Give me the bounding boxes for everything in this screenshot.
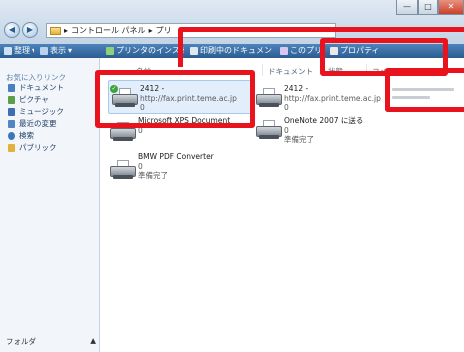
details-text-line xyxy=(392,88,454,91)
public-folder-icon xyxy=(8,143,15,152)
printer-name: 2412 - xyxy=(140,84,165,93)
pictures-icon xyxy=(8,95,15,104)
maximize-button[interactable]: □ xyxy=(418,0,438,15)
printer-icon xyxy=(110,160,136,180)
print-queue-button[interactable]: 印刷中のドキュメントを表示 xyxy=(190,44,274,58)
minimize-button[interactable]: — xyxy=(396,0,418,15)
breadcrumb-separator: ▸ xyxy=(148,26,153,35)
details-text-line xyxy=(392,96,430,99)
organize-button[interactable]: 整理▾ xyxy=(4,44,34,58)
recent-icon xyxy=(8,119,15,128)
folders-toggle[interactable]: フォルダ ▲ xyxy=(6,336,96,347)
music-icon xyxy=(8,107,15,116)
printer-location: http://fax.print.teme.ac.jp xyxy=(140,93,237,103)
add-printer-icon xyxy=(106,47,114,55)
printer-status: 準備完了 xyxy=(138,171,168,180)
column-header-comment[interactable]: コメント xyxy=(372,66,402,77)
folders-label: フォルダ xyxy=(6,337,36,346)
close-button[interactable]: ✕ xyxy=(438,0,464,15)
printer-icon xyxy=(256,120,282,140)
share-printer-button[interactable]: このプリンタを共有 xyxy=(280,44,324,58)
printer-doc-count: 0 xyxy=(284,125,289,135)
breadcrumb-control-panel[interactable]: コントロール パネル xyxy=(71,25,146,36)
back-button[interactable]: ◀ xyxy=(4,22,20,38)
column-header-name[interactable]: 名前 xyxy=(136,66,151,77)
close-icon: ✕ xyxy=(447,2,455,11)
print-queue-icon xyxy=(190,47,198,55)
breadcrumb-separator: ▸ xyxy=(64,26,69,35)
printer-doc-count: 0 xyxy=(138,161,143,171)
printer-item[interactable]: Microsoft XPS Document 0 xyxy=(110,116,250,144)
column-divider[interactable] xyxy=(366,64,367,76)
add-printer-button[interactable]: プリンタのインストール xyxy=(106,44,184,58)
breadcrumb-printers[interactable]: プリ xyxy=(156,25,172,36)
nav-item-music[interactable]: ミュージック xyxy=(8,106,64,117)
properties-icon xyxy=(330,47,338,55)
printer-item[interactable]: 2412 - http://fax.print.teme.ac.jp 0 xyxy=(256,84,384,112)
navigation-pane: お気に入りリンク ドキュメント ピクチャ ミュージック 最近の変更 検索 パブリ… xyxy=(0,58,100,352)
properties-button[interactable]: プロパティ xyxy=(330,44,450,58)
column-header-documents[interactable]: ドキュメント xyxy=(268,66,313,77)
printer-item[interactable]: BMW PDF Converter 0 準備完了 xyxy=(110,152,250,182)
address-bar[interactable]: ▸ コントロール パネル ▸ プリ xyxy=(46,23,336,38)
documents-icon xyxy=(8,83,15,92)
default-check-icon: ✓ xyxy=(110,85,118,93)
printer-name: 2412 - xyxy=(284,84,309,93)
search-icon xyxy=(8,131,15,140)
chevron-down-icon: ▾ xyxy=(32,44,34,58)
printer-name: OneNote 2007 に送る xyxy=(284,116,364,125)
minimize-icon: — xyxy=(403,2,411,11)
printer-icon xyxy=(256,88,282,108)
command-toolbar: 整理▾ 表示▾ プリンタのインストール 印刷中のドキュメントを表示 このプリンタ… xyxy=(0,44,464,58)
nav-item-recent[interactable]: 最近の変更 xyxy=(8,118,57,129)
folder-icon xyxy=(50,26,61,35)
views-icon xyxy=(40,47,48,55)
printer-name: Microsoft XPS Document xyxy=(138,116,231,125)
back-arrow-icon: ◀ xyxy=(8,25,16,34)
column-divider[interactable] xyxy=(322,64,323,76)
forward-arrow-icon: ▶ xyxy=(26,25,34,34)
printer-doc-count: 0 xyxy=(284,103,289,112)
printer-status: 準備完了 xyxy=(284,135,314,144)
printer-item[interactable]: OneNote 2007 に送る 0 準備完了 xyxy=(256,116,384,146)
organize-icon xyxy=(4,47,12,55)
printer-icon xyxy=(110,122,136,142)
nav-item-search[interactable]: 検索 xyxy=(8,130,34,141)
forward-button[interactable]: ▶ xyxy=(22,22,38,38)
printer-location: http://fax.print.teme.ac.jp xyxy=(284,93,381,103)
chevron-down-icon: ▾ xyxy=(68,46,72,55)
nav-item-pictures[interactable]: ピクチャ xyxy=(8,94,49,105)
nav-item-public[interactable]: パブリック xyxy=(8,142,57,153)
printer-doc-count: 0 xyxy=(140,103,145,112)
nav-item-documents[interactable]: ドキュメント xyxy=(8,82,64,93)
printer-doc-count: 0 xyxy=(138,125,143,135)
column-divider[interactable] xyxy=(262,64,263,76)
views-button[interactable]: 表示 ▾ xyxy=(40,44,72,58)
printer-item[interactable]: ✓ 2412 - http://fax.print.teme.ac.jp 0 xyxy=(110,84,250,112)
share-icon xyxy=(280,47,288,55)
printer-name: BMW PDF Converter xyxy=(138,152,214,161)
chevron-up-icon: ▲ xyxy=(90,336,96,345)
column-header-status[interactable]: 状態 xyxy=(328,66,343,77)
maximize-icon: □ xyxy=(424,2,432,11)
